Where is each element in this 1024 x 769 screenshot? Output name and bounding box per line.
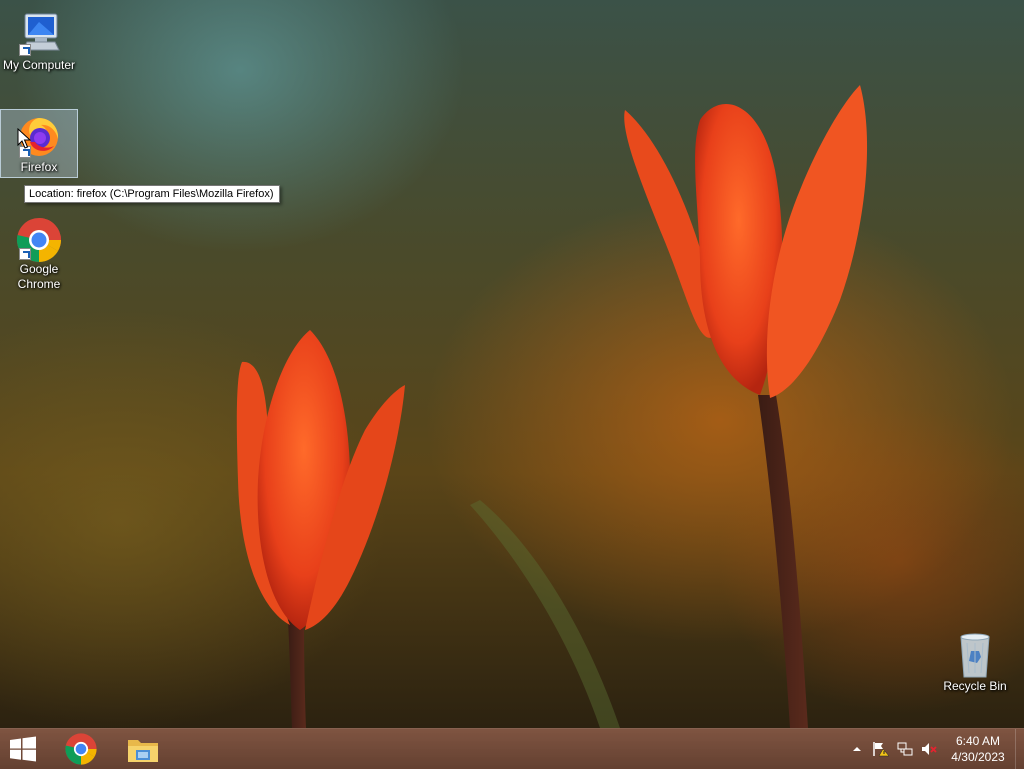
mouse-cursor-icon	[17, 128, 31, 149]
show-desktop-button[interactable]	[1015, 729, 1024, 769]
location-tooltip: Location: firefox (C:\Program Files\Mozi…	[24, 185, 280, 203]
clock-date: 4/30/2023	[951, 750, 1005, 764]
desktop-icon-label: Firefox	[20, 160, 58, 174]
desktop-icon-my-computer[interactable]: My Computer	[0, 8, 78, 73]
clock[interactable]: 6:40 AM 4/30/2023	[941, 729, 1015, 769]
network-icon	[897, 742, 913, 756]
chrome-icon	[15, 214, 63, 262]
windows-logo-icon	[10, 736, 36, 762]
desktop-icon-label: Google Chrome	[17, 262, 61, 291]
volume-muted-icon	[922, 743, 937, 755]
taskbar-file-explorer-button[interactable]	[120, 729, 166, 769]
desktop[interactable]: My Computer Firefox Google Chrome Recycl…	[0, 0, 1024, 728]
chrome-icon	[65, 733, 97, 765]
clock-time: 6:40 AM	[955, 734, 1001, 748]
desktop-icon-label: My Computer	[2, 58, 76, 72]
action-center-button[interactable]	[869, 729, 893, 769]
computer-icon	[15, 10, 63, 58]
show-hidden-icons-button[interactable]	[845, 729, 869, 769]
desktop-icon-google-chrome[interactable]: Google Chrome	[0, 212, 78, 292]
recycle-bin-icon	[951, 631, 999, 679]
desktop-icon-recycle-bin[interactable]: Recycle Bin	[936, 629, 1014, 694]
network-button[interactable]	[893, 729, 917, 769]
taskbar: 6:40 AM 4/30/2023	[0, 728, 1024, 769]
start-button[interactable]	[0, 729, 46, 769]
desktop-icon-firefox[interactable]: Firefox	[0, 109, 78, 178]
desktop-icon-label: Recycle Bin	[943, 679, 1007, 693]
volume-button[interactable]	[917, 729, 941, 769]
action-center-flag-icon	[873, 742, 890, 757]
shortcut-arrow-icon	[19, 248, 31, 260]
wallpaper-image	[236, 85, 868, 728]
chevron-up-icon	[853, 747, 861, 751]
system-tray: 6:40 AM 4/30/2023	[845, 729, 1024, 769]
taskbar-chrome-button[interactable]	[58, 729, 104, 769]
shortcut-arrow-icon	[19, 44, 31, 56]
folder-icon	[128, 740, 158, 762]
